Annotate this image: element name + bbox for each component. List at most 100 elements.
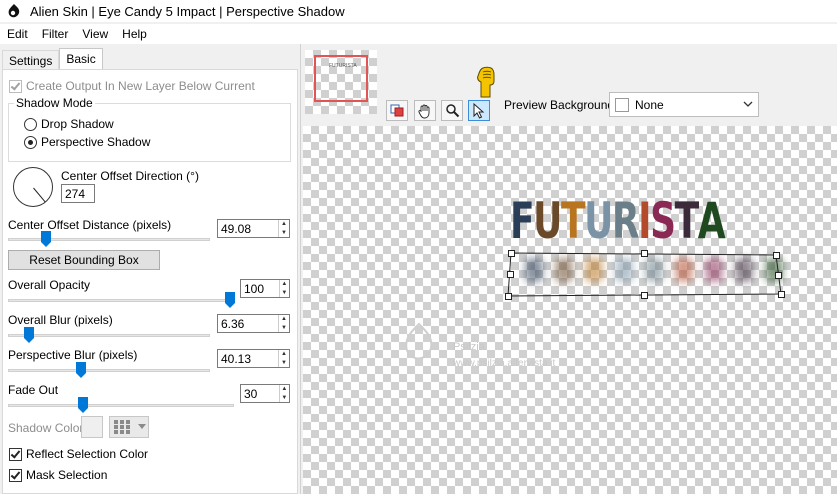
mask-selection-checkbox[interactable]: Mask Selection — [9, 468, 107, 482]
tab-basic[interactable]: Basic — [59, 48, 103, 70]
spin-arrows[interactable]: ▲ ▼ — [278, 280, 289, 297]
drop-shadow-radio-button[interactable] — [24, 117, 37, 131]
spin-arrows[interactable]: ▲ ▼ — [277, 315, 289, 332]
mask-selection-label: Mask Selection — [26, 468, 108, 482]
preview-background-select[interactable]: None — [609, 92, 759, 117]
fade-out-field[interactable]: ▲▼ — [240, 384, 290, 403]
hand-tool-button[interactable] — [414, 100, 436, 121]
menu-filter[interactable]: Filter — [35, 27, 76, 41]
spin-arrows[interactable]: ▲ ▼ — [277, 350, 289, 367]
chevron-down-icon — [138, 424, 146, 429]
fade-out-slider[interactable] — [8, 397, 234, 413]
reflect-selection-color-label: Reflect Selection Color — [26, 447, 149, 461]
overall-blur-slider[interactable] — [8, 327, 210, 343]
direction-dial-needle — [33, 187, 46, 203]
overall-opacity-field[interactable]: ▲▼ — [240, 279, 290, 298]
slider-thumb[interactable] — [24, 327, 34, 343]
menu-help[interactable]: Help — [115, 27, 154, 41]
app-icon — [8, 4, 20, 18]
spin-arrows[interactable]: ▲ ▼ — [278, 385, 289, 402]
center-offset-direction-input[interactable] — [62, 185, 94, 202]
chevron-down-icon — [743, 101, 753, 107]
perspective-shadow-radio-button[interactable] — [24, 135, 37, 149]
center-offset-direction-label: Center Offset Direction (°) — [61, 169, 199, 183]
zoom-tool-button[interactable] — [441, 100, 463, 121]
window-title: Alien Skin | Eye Candy 5 Impact | Perspe… — [30, 3, 345, 19]
center-offset-direction-field[interactable] — [61, 184, 95, 203]
spin-arrows[interactable]: ▲ ▼ — [277, 220, 289, 237]
slider-track — [8, 369, 210, 372]
pointing-hand-cursor-icon — [477, 66, 495, 98]
preview-panel: FUTURISTA Preview Background: None FUTUR… — [300, 44, 837, 494]
overall-opacity-input[interactable] — [241, 280, 279, 297]
center-offset-distance-slider[interactable] — [8, 231, 210, 247]
bbox-handle-top-middle[interactable] — [641, 250, 648, 257]
shadow-color-swatch — [81, 416, 103, 438]
overall-blur-field[interactable]: ▲▼ — [217, 314, 290, 333]
menu-view[interactable]: View — [75, 27, 115, 41]
menu-edit[interactable]: Edit — [0, 27, 35, 41]
watermark-url: www.psilzia.altervista.it — [453, 358, 556, 369]
bbox-handle-top-left[interactable] — [508, 250, 515, 257]
slider-track — [8, 299, 234, 302]
watermark-logo — [405, 322, 433, 360]
tab-settings[interactable]: Settings — [2, 50, 60, 70]
preview-background-value: None — [635, 97, 664, 112]
bbox-handle-bottom-right[interactable] — [778, 291, 785, 298]
hand-icon — [418, 104, 430, 118]
bbox-handle-top-right[interactable] — [773, 252, 780, 259]
overall-blur-input[interactable] — [218, 315, 278, 332]
magnifier-icon — [445, 104, 459, 118]
center-offset-distance-field[interactable]: ▲▼ — [217, 219, 290, 238]
center-offset-distance-label: Center Offset Distance (pixels) — [8, 218, 172, 232]
watermark-text: Psilzia — [453, 341, 485, 353]
slider-track — [8, 238, 210, 241]
slider-thumb[interactable] — [225, 292, 235, 308]
mask-selection-box[interactable] — [9, 468, 22, 482]
perspective-shadow-radio[interactable]: Perspective Shadow — [24, 135, 150, 149]
tab-strip: Settings Basic — [2, 48, 103, 70]
compare-icon — [390, 104, 403, 117]
reflect-selection-color-checkbox[interactable]: Reflect Selection Color — [9, 447, 148, 461]
perspective-blur-slider[interactable] — [8, 362, 210, 378]
perspective-shadow-label: Perspective Shadow — [41, 135, 151, 149]
arrow-pointer-icon — [473, 102, 485, 119]
fade-out-input[interactable] — [241, 385, 279, 402]
bbox-handle-bottom-left[interactable] — [505, 293, 512, 300]
slider-track — [8, 334, 210, 337]
shadow-color-label: Shadow Color — [8, 421, 84, 435]
bbox-handle-middle-left[interactable] — [507, 271, 514, 278]
create-output-checkbox-box — [9, 79, 22, 93]
navigator-thumbnail[interactable]: FUTURISTA — [305, 50, 377, 114]
direction-dial[interactable] — [13, 167, 53, 207]
menu-bar: Edit Filter View Help — [0, 24, 837, 44]
shadow-color-palette-dropdown — [109, 416, 149, 438]
basic-tab-body: Create Output In New Layer Below Current… — [2, 69, 298, 494]
bbox-handle-bottom-middle[interactable] — [641, 292, 648, 299]
center-offset-distance-input[interactable] — [218, 220, 278, 237]
shadow-mode-group — [8, 103, 291, 162]
preview-canvas[interactable]: FUTURISTA Psilzia www.psilzia.altervista… — [303, 126, 837, 494]
reset-bounding-box-button[interactable]: Reset Bounding Box — [8, 250, 160, 270]
slider-thumb[interactable] — [78, 397, 88, 413]
create-output-label: Create Output In New Layer Below Current — [26, 79, 255, 93]
compare-tool-button[interactable] — [386, 100, 408, 121]
overall-opacity-label: Overall Opacity — [8, 278, 91, 292]
shadow-mode-title: Shadow Mode — [14, 96, 95, 110]
perspective-blur-input[interactable] — [218, 350, 278, 367]
select-tool-button[interactable] — [468, 100, 490, 121]
navigator-thumbnail-text: FUTURISTA — [329, 63, 357, 69]
preview-background-swatch — [615, 97, 629, 112]
slider-thumb[interactable] — [41, 231, 51, 247]
drop-shadow-label: Drop Shadow — [41, 117, 114, 131]
overall-opacity-slider[interactable] — [8, 292, 235, 308]
slider-track — [8, 404, 234, 407]
slider-thumb[interactable] — [76, 362, 86, 378]
create-output-checkbox: Create Output In New Layer Below Current — [9, 79, 255, 93]
reflect-selection-color-box[interactable] — [9, 447, 22, 461]
grid-icon — [114, 420, 130, 434]
perspective-blur-field[interactable]: ▲▼ — [217, 349, 290, 368]
bounding-box[interactable] — [303, 126, 837, 494]
bbox-handle-middle-right[interactable] — [775, 272, 782, 279]
drop-shadow-radio[interactable]: Drop Shadow — [24, 117, 114, 131]
